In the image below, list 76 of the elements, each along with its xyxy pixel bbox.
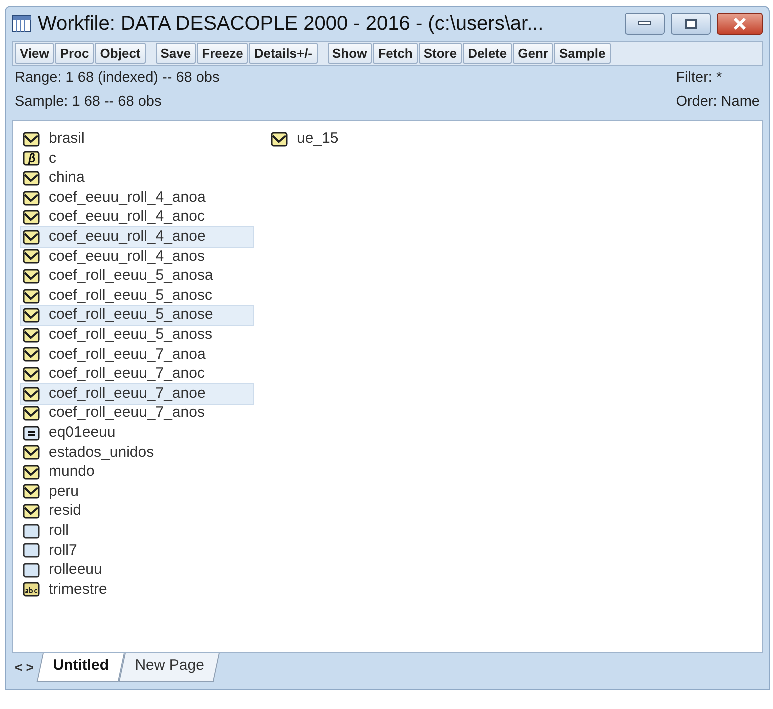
workfile-icon [12, 15, 32, 33]
toolbar-button[interactable]: Store [418, 43, 462, 64]
series-icon [271, 132, 288, 147]
series-icon [23, 210, 40, 226]
object-list-item[interactable]: roll7 [21, 540, 253, 561]
equation-icon [23, 426, 40, 441]
toolbar-button[interactable]: Sample [554, 43, 611, 64]
alpha-series-icon [23, 582, 40, 598]
toolbar-button[interactable]: Show [328, 43, 372, 64]
toolbar-button[interactable]: Details+/- [249, 43, 318, 64]
series-icon [23, 347, 40, 362]
object-list-item[interactable]: eq01eeuu [21, 423, 253, 443]
series-icon [23, 366, 40, 382]
object-list-item[interactable]: coef_roll_eeuu_7_anos [21, 404, 253, 424]
object-list-item[interactable]: peru [21, 482, 253, 502]
blank-object-icon [23, 562, 40, 578]
toolbar-button[interactable]: View [15, 43, 54, 64]
object-list-item[interactable]: coef_roll_eeuu_5_anosc [21, 286, 253, 306]
series-icon [23, 288, 40, 304]
minimize-button[interactable] [625, 13, 665, 35]
order-text: Order: Name [676, 92, 760, 112]
object-list-item[interactable]: coef_roll_eeuu_7_anoa [21, 345, 253, 365]
series-icon [23, 132, 40, 147]
blank-object-icon [23, 524, 40, 539]
object-list-item[interactable]: rolleeuu [21, 560, 253, 580]
object-list-item[interactable]: mundo [21, 462, 253, 482]
series-icon [23, 464, 40, 480]
object-list-item[interactable]: roll [21, 521, 253, 541]
sample-text: Sample: 1 68 -- 68 obs [15, 92, 163, 112]
toolbar-button[interactable]: Object [95, 43, 146, 64]
object-list-item[interactable]: coef_roll_eeuu_5_anose [21, 306, 253, 326]
object-list-item[interactable]: coef_eeuu_roll_4_anoe [21, 227, 253, 248]
toolbar-button[interactable]: Save [156, 43, 196, 64]
object-list-item[interactable]: china [21, 168, 253, 188]
object-list-item[interactable]: coef_eeuu_roll_4_anos [21, 247, 253, 267]
maximize-button[interactable] [671, 13, 711, 35]
window-title: Workfile: DATA DESACOPLE 2000 - 2016 - (c:\users\ar... [38, 12, 545, 37]
series-icon [23, 445, 40, 460]
series-icon [23, 230, 40, 245]
filter-text: Filter: * [676, 69, 724, 88]
series-icon [23, 170, 40, 186]
blank-object-icon [23, 543, 40, 558]
object-list-item[interactable]: coef_roll_eeuu_5_anoss [21, 325, 253, 346]
object-list-item[interactable]: c [21, 149, 253, 169]
series-icon [23, 190, 40, 206]
object-list-item[interactable]: coef_roll_eeuu_5_anosa [21, 266, 253, 286]
object-list-item[interactable]: trimestre [21, 580, 253, 600]
series-icon [23, 328, 40, 343]
series-icon [23, 386, 40, 402]
object-list-item[interactable]: coef_eeuu_roll_4_anoa [21, 188, 253, 208]
object-list-item[interactable]: ue_15 [269, 130, 501, 150]
toolbar-button[interactable]: Genr [513, 43, 554, 64]
close-button[interactable] [717, 13, 763, 35]
series-icon [23, 504, 40, 520]
coefficient-icon [23, 151, 40, 166]
object-list-item[interactable]: coef_roll_eeuu_7_anoe [21, 384, 253, 404]
toolbar-button[interactable]: Fetch [373, 43, 418, 64]
close-icon [733, 18, 747, 30]
series-icon [23, 268, 40, 284]
series-icon [23, 249, 40, 264]
toolbar-button[interactable]: Delete [463, 43, 512, 64]
object-list-item[interactable]: resid [21, 502, 253, 522]
minimize-icon [638, 21, 652, 27]
series-icon [23, 308, 40, 324]
toolbar-button[interactable]: Freeze [197, 43, 248, 64]
maximize-icon [685, 18, 697, 30]
object-list-item[interactable]: coef_roll_eeuu_7_anoc [21, 364, 253, 384]
page-tab[interactable]: New Page [118, 652, 220, 681]
page-tab[interactable]: Untitled [36, 652, 125, 681]
object-list-item[interactable]: brasil [21, 130, 253, 150]
object-list-item[interactable]: coef_eeuu_roll_4_anoc [21, 208, 253, 228]
range-text: Range: 1 68 (indexed) -- 68 obs [15, 69, 221, 88]
object-list-item[interactable]: estados_unidos [21, 443, 253, 463]
toolbar-button[interactable]: Proc [55, 43, 94, 64]
series-icon [23, 484, 40, 500]
series-icon [23, 406, 40, 422]
